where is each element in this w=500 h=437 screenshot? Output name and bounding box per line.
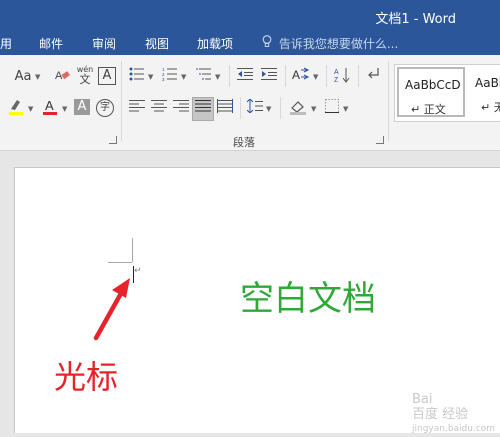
justify-icon[interactable]	[192, 97, 214, 121]
title-bar: 文档1 - Word	[0, 0, 500, 31]
style-no-spacing[interactable]: AaBbC ↵ 无	[469, 67, 500, 117]
svg-text:Z: Z	[334, 77, 339, 83]
chinese-layout-icon[interactable]: A	[291, 67, 311, 87]
margin-corner-mark	[108, 262, 132, 263]
style-normal-name: ↵ 正文	[411, 103, 446, 116]
style-normal[interactable]: AaBbCcD ↵ 正文	[397, 67, 465, 117]
tell-me-placeholder: 告诉我您想要做什么...	[278, 37, 399, 51]
button-divider	[240, 97, 241, 119]
button-divider	[326, 65, 327, 87]
multilevel-list-icon[interactable]	[195, 67, 213, 87]
character-shading-button[interactable]: A	[74, 99, 90, 115]
tab-review[interactable]: 审阅	[92, 35, 116, 52]
chevron-down-icon: ▼	[215, 73, 221, 81]
group-divider	[121, 61, 122, 141]
tab-view[interactable]: 视图	[145, 35, 169, 52]
button-divider	[229, 65, 230, 87]
watermark-line2: 百度 经验	[412, 407, 469, 422]
align-left-icon[interactable]	[128, 99, 146, 119]
style-normal-label: 正文	[423, 103, 446, 116]
svg-text:3: 3	[162, 77, 165, 81]
chevron-down-icon: ▼	[311, 105, 317, 113]
change-case-label: Aa	[14, 69, 32, 84]
font-dialog-launcher-icon[interactable]	[109, 136, 117, 144]
chevron-down-icon: ▼	[181, 73, 187, 81]
watermark: Bai 百度 经验 jingyan.baidu.com	[412, 392, 495, 434]
svg-text:A: A	[45, 98, 54, 113]
chevron-down-icon: ▼	[35, 73, 41, 81]
increase-indent-icon[interactable]	[260, 67, 278, 87]
enclose-label: 字	[100, 102, 110, 113]
svg-text:A: A	[292, 68, 300, 82]
phonetic-guide-button[interactable]: wén 文	[75, 65, 95, 85]
group-divider	[388, 61, 389, 141]
window-title: 文档1 - Word	[375, 12, 456, 27]
button-divider	[280, 97, 281, 119]
decrease-indent-icon[interactable]	[236, 67, 254, 87]
tell-me-search[interactable]: 告诉我您想要做什么...	[262, 35, 398, 52]
chevron-down-icon: ▼	[266, 105, 272, 113]
shading-icon[interactable]	[288, 99, 308, 119]
style-normal-sample: AaBbCcD	[405, 78, 461, 92]
chevron-down-icon: ▼	[343, 105, 349, 113]
watermark-line1: Bai	[412, 392, 433, 407]
style-no-spacing-name: ↵ 无	[481, 99, 500, 115]
phonetic-base-glyph: 文	[79, 73, 91, 86]
blank-document-label: 空白文档	[240, 279, 376, 319]
style-no-spacing-sample: AaBbC	[475, 76, 500, 90]
chevron-down-icon: ▼	[28, 105, 34, 113]
watermark-url: jingyan.baidu.com	[412, 424, 496, 434]
tab-reference[interactable]: 用	[0, 35, 12, 52]
align-right-icon[interactable]	[172, 99, 190, 119]
chevron-down-icon: ▼	[148, 73, 154, 81]
svg-text:A: A	[334, 69, 339, 76]
character-border-button[interactable]: A	[98, 67, 116, 85]
tab-addins[interactable]: 加载项	[197, 35, 233, 52]
bullets-icon[interactable]	[128, 67, 146, 87]
styles-gallery: AaBbCcD ↵ 正文 AaBbC ↵ 无	[394, 64, 500, 122]
highlight-color-button[interactable]	[6, 97, 26, 117]
lightbulb-icon	[262, 35, 275, 51]
line-spacing-icon[interactable]	[246, 98, 264, 119]
enclose-characters-button[interactable]: 字	[96, 99, 114, 117]
show-formatting-marks-icon[interactable]	[365, 67, 381, 87]
sort-icon[interactable]: AZ	[333, 67, 351, 87]
button-divider	[358, 65, 359, 87]
clear-formatting-icon[interactable]: A	[52, 67, 72, 87]
align-center-icon[interactable]	[150, 99, 168, 119]
numbering-icon[interactable]: 123	[161, 67, 179, 87]
ribbon-tab-bar: 用 邮件 审阅 视图 加载项 告诉我您想要做什么...	[0, 31, 500, 55]
red-arrow-icon	[93, 278, 130, 341]
paragraph-mark-icon: ↵	[134, 266, 142, 276]
tab-mailings[interactable]: 邮件	[39, 35, 63, 52]
distributed-align-icon[interactable]	[216, 99, 234, 119]
character-shading-label: A	[77, 99, 87, 114]
svg-text:A: A	[55, 70, 63, 82]
character-border-label: A	[102, 68, 112, 83]
font-color-button[interactable]: A	[40, 97, 60, 117]
borders-icon[interactable]	[323, 99, 341, 119]
cursor-annotation-label: 光标	[54, 358, 119, 396]
chevron-down-icon: ▼	[313, 73, 319, 81]
style-no-spacing-label: 无	[493, 101, 500, 114]
paragraph-dialog-launcher-icon[interactable]	[376, 136, 384, 144]
chevron-down-icon: ▼	[62, 105, 68, 113]
button-divider	[285, 65, 286, 87]
change-case-button[interactable]: Aa	[12, 67, 34, 87]
margin-corner-mark	[132, 238, 133, 262]
paragraph-group-label: 段落	[233, 136, 255, 149]
